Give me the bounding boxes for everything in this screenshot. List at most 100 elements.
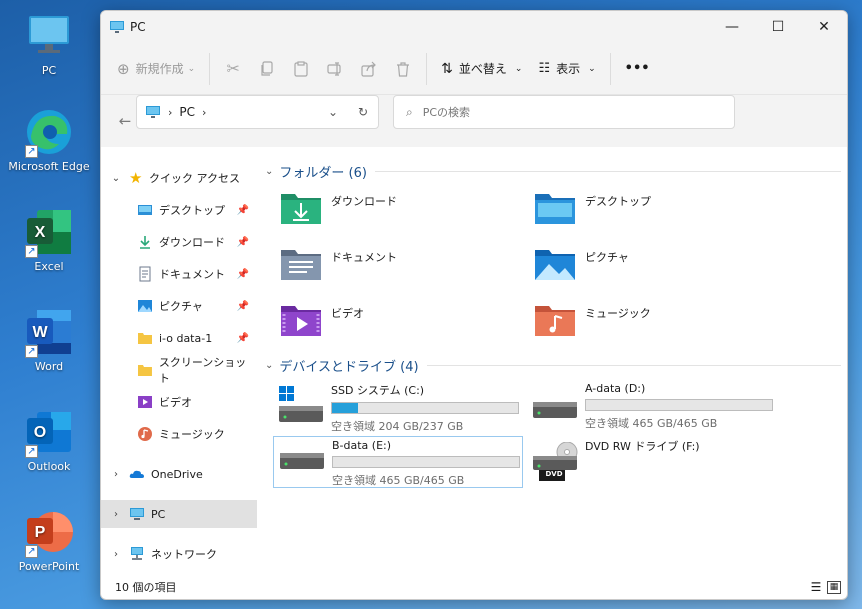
expand-chevron-icon[interactable]: › [109,509,123,520]
drive-tile-e[interactable]: B-data (E:) 空き領域 465 GB/465 GB [273,436,523,488]
pin-icon[interactable]: 📌 [237,333,249,344]
desktop-icon-word[interactable]: W ↗ Word [0,308,98,373]
folder-tile-documents[interactable]: ドキュメント [279,246,529,290]
system-drive-icon [279,386,323,422]
pin-icon[interactable]: 📌 [237,205,249,216]
documents-folder-icon [281,250,321,280]
drive-tile-c[interactable]: SSD システム (C:) 空き領域 204 GB/237 GB [273,380,523,433]
drive-label: B-data (E:) [332,439,392,452]
folder-tile-downloads[interactable]: ダウンロード [279,190,529,234]
desktop-icon-excel[interactable]: X ↗ Excel [0,208,98,273]
excel-icon: X ↗ [23,208,75,258]
folder-tile-desktop[interactable]: デスクトップ [533,190,783,234]
desktop-icon-label: PowerPoint [18,560,80,573]
drive-free-space: 空き領域 465 GB/465 GB [585,417,718,430]
videos-folder-icon [281,306,321,336]
downloads-folder-icon [281,194,321,224]
folder-tile-pictures[interactable]: ピクチャ [533,246,783,290]
shortcut-arrow-icon: ↗ [25,545,38,558]
folder-icon [138,333,152,344]
svg-text:P: P [35,524,46,541]
sidebar-item-label: ダウンロード [159,236,225,249]
music-icon [138,427,152,441]
desktop-folder-icon [138,205,152,215]
folder-tile-videos[interactable]: ビデオ [279,302,529,346]
drive-label: DVD RW ドライブ (F:) [585,440,700,453]
svg-text:O: O [34,424,46,441]
folder-tile-music[interactable]: ミュージック [533,302,783,346]
group-header-label: フォルダー (6) [279,166,367,181]
edge-icon: ↗ [23,108,75,158]
picture-icon [138,300,152,312]
desktop-icon-outlook[interactable]: O ↗ Outlook [0,408,98,473]
sidebar-item-label: ピクチャ [159,300,203,313]
expand-chevron-icon[interactable]: › [109,469,123,480]
item-count: 10 個の項目 [115,581,177,594]
sidebar-item-downloads[interactable]: ダウンロード 📌 [101,228,257,256]
status-bar: 10 個の項目 ☰ ▦ [101,575,847,599]
pin-icon[interactable]: 📌 [237,301,249,312]
sidebar-item-label: PC [151,507,166,521]
outlook-icon: O ↗ [23,408,75,458]
drive-usage-fill [332,403,359,413]
desktop-icon-powerpoint[interactable]: P ↗ PowerPoint [0,508,98,573]
details-view-icon[interactable]: ☰ [805,580,827,594]
group-header-label: デバイスとドライブ (4) [279,360,419,375]
desktop-icon-label: Outlook [27,460,71,473]
dvd-badge: DVD [545,470,563,478]
folder-label: デスクトップ [585,195,651,208]
desktop-icon-label: Word [34,360,64,373]
sidebar-item-label: ミュージック [159,428,225,441]
sidebar-item-label: スクリーンショット [158,356,247,385]
collapse-chevron-icon[interactable]: ⌄ [265,166,273,177]
group-divider [374,171,841,172]
tiles-view-icon[interactable]: ▦ [827,581,841,594]
drive-tile-d[interactable]: A-data (D:) 空き領域 465 GB/465 GB [527,380,777,432]
group-divider [426,365,841,366]
expand-chevron-icon[interactable]: › [109,549,123,560]
pin-icon[interactable]: 📌 [237,237,249,248]
pin-icon[interactable]: 📌 [237,269,249,280]
pc-icon [130,508,144,520]
pictures-folder-icon [535,250,575,280]
sidebar-item-onedrive[interactable]: › OneDrive [101,460,257,488]
drives-group-header[interactable]: ⌄ デバイスとドライブ (4) [265,356,841,375]
desktop-icon-label: PC [41,64,57,77]
desktop-folder-icon [535,194,575,224]
folder-label: ビデオ [331,307,364,320]
drive-usage-bar [331,402,519,414]
hard-drive-icon [280,453,324,469]
sidebar-item-pc[interactable]: › PC [101,500,257,528]
shortcut-arrow-icon: ↗ [25,145,38,158]
cloud-icon [129,470,144,478]
svg-text:X: X [35,224,46,241]
drive-label: SSD システム (C:) [331,384,425,397]
sidebar-item-network[interactable]: › ネットワーク [101,540,257,568]
drive-free-space: 空き領域 465 GB/465 GB [332,474,465,487]
star-icon: ★ [129,169,143,187]
sidebar-item-label: ネットワーク [151,548,217,561]
sidebar-item-videos[interactable]: ビデオ [101,388,257,416]
drive-tile-f[interactable]: DVD DVD RW ドライブ (F:) [527,436,777,488]
sidebar-item-music[interactable]: ミュージック [101,420,257,448]
folders-group-header[interactable]: ⌄ フォルダー (6) [265,162,841,181]
sidebar-item-io-data[interactable]: i-o data-1 📌 [101,324,257,352]
download-arrow-icon [140,236,150,249]
folder-icon [137,365,152,376]
sidebar-item-pictures[interactable]: ピクチャ 📌 [101,292,257,320]
word-icon: W ↗ [23,308,75,358]
folder-label: ダウンロード [331,195,397,208]
drive-usage-bar [585,399,773,411]
folder-label: ミュージック [585,307,651,320]
sidebar-item-desktop[interactable]: デスクトップ 📌 [101,196,257,224]
sidebar-item-screenshots[interactable]: スクリーンショット [101,356,257,385]
sidebar-item-label: ドキュメント [159,268,225,281]
shortcut-arrow-icon: ↗ [25,345,38,358]
expand-chevron-icon[interactable]: ⌄ [109,173,123,184]
collapse-chevron-icon[interactable]: ⌄ [265,360,273,371]
sidebar-item-documents[interactable]: ドキュメント 📌 [101,260,257,288]
sidebar-item-quick-access[interactable]: ⌄ ★ クイック アクセス [101,164,257,192]
desktop-icon-pc[interactable]: PC [0,12,98,77]
desktop-icon-edge[interactable]: ↗ Microsoft Edge [0,108,98,173]
music-folder-icon [535,306,575,336]
